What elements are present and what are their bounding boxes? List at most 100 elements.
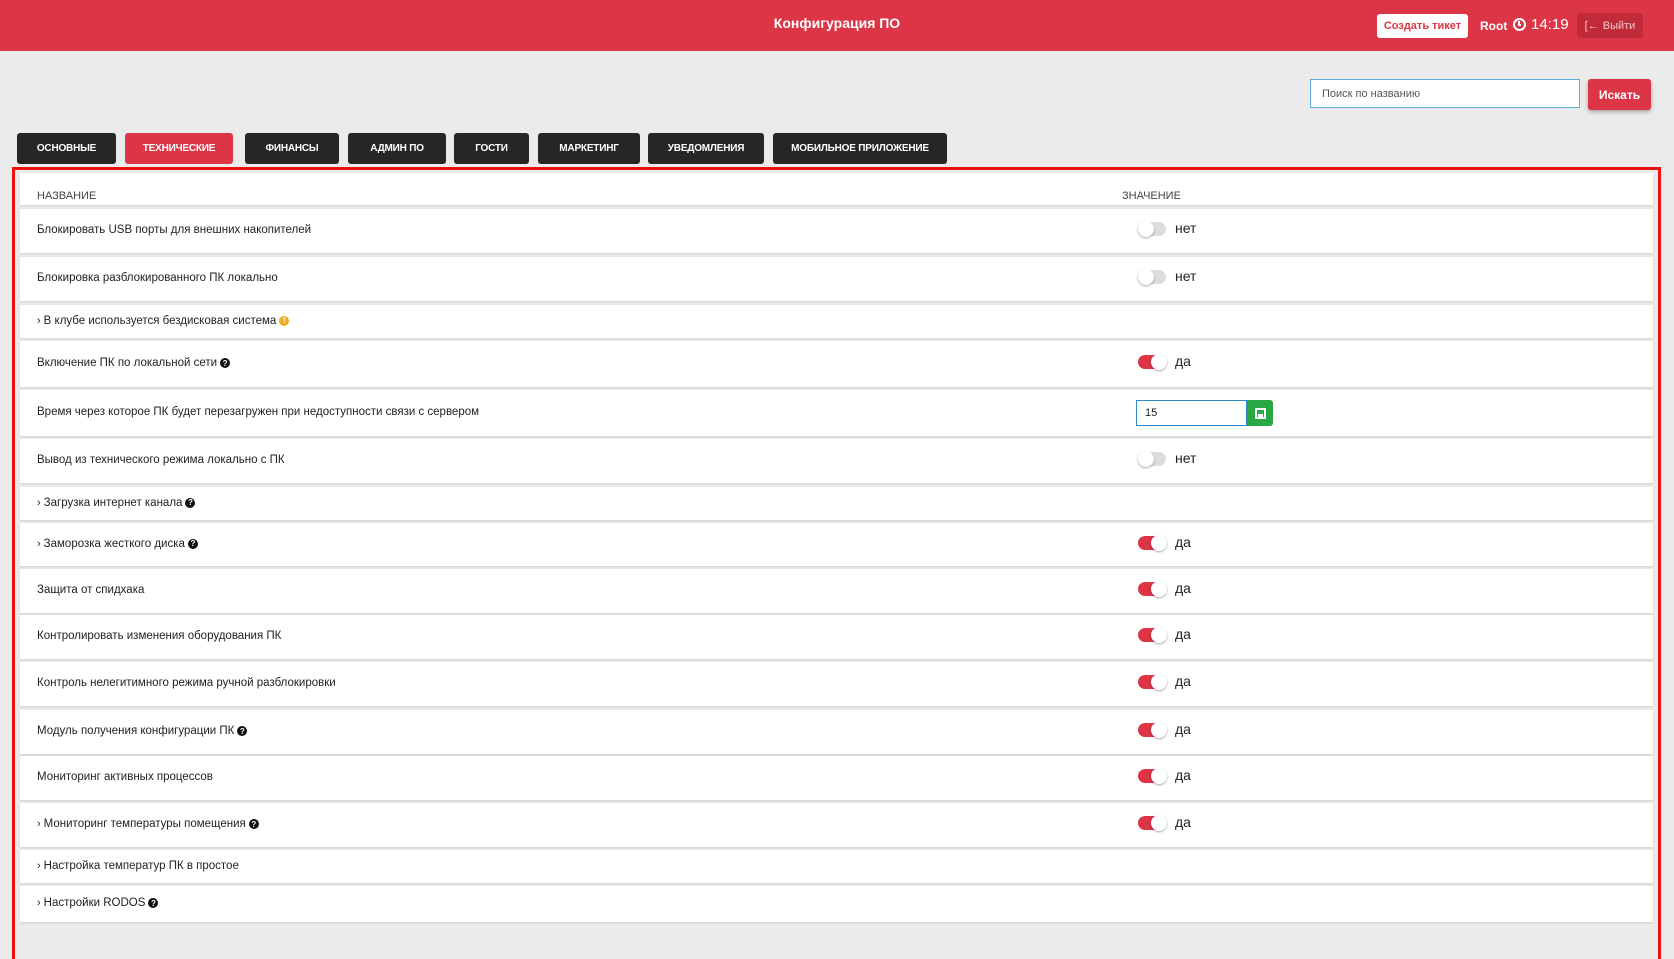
save-icon <box>1254 407 1266 419</box>
tab-5[interactable]: МАРКЕТИНГ <box>538 133 640 164</box>
setting-label: Включение ПК по локальной сети <box>37 357 218 369</box>
setting-label: Модуль получения конфигурации ПК <box>37 725 235 737</box>
create-ticket-button[interactable]: Создать тикет <box>1377 14 1468 38</box>
search-button[interactable]: Искать <box>1588 79 1651 110</box>
toggle-value: да <box>1175 767 1191 783</box>
table-row: Блокировка разблокированного ПК локально… <box>20 257 1653 301</box>
logout-icon: [← <box>1584 19 1599 32</box>
column-header-value: ЗНАЧЕНИЕ <box>1122 190 1181 202</box>
help-icon[interactable]: ? <box>187 538 198 549</box>
setting-name: Включение ПК по локальной сети? <box>37 357 231 369</box>
setting-name: Время через которое ПК будет перезагруже… <box>37 406 479 418</box>
toggle-switch[interactable] <box>1138 722 1167 738</box>
toggle-knob <box>1151 354 1167 370</box>
reboot-timeout-input[interactable] <box>1136 400 1247 426</box>
toggle-value: да <box>1175 814 1191 830</box>
toggle-value: да <box>1175 626 1191 642</box>
tab-1[interactable]: ТЕХНИЧЕСКИЕ <box>125 133 233 164</box>
table-row: Модуль получения конфигурации ПК? да <box>20 710 1653 754</box>
table-row: Включение ПК по локальной сети? да <box>20 341 1653 387</box>
setting-name: Контроль нелегитимного режима ручной раз… <box>37 677 336 689</box>
logout-button[interactable]: [← Выйти <box>1577 13 1643 38</box>
setting-label: Вывод из технического режима локально с … <box>37 454 285 466</box>
help-icon[interactable]: ? <box>185 497 196 508</box>
setting-name: Контролировать изменения оборудования ПК <box>37 630 281 642</box>
toggle-switch[interactable] <box>1138 221 1166 237</box>
table-row[interactable]: › Загрузка интернет канала? <box>20 487 1653 520</box>
help-icon[interactable]: ? <box>220 358 231 368</box>
table-row: Защита от спидхака да <box>20 569 1653 613</box>
setting-name: › Заморозка жесткого диска? <box>37 538 198 550</box>
settings-table: НАЗВАНИЕ ЗНАЧЕНИЕ Блокировать USB порты … <box>12 167 1661 959</box>
toggle-value: да <box>1175 353 1191 369</box>
expand-arrow-icon[interactable]: › <box>37 497 41 509</box>
setting-name: Вывод из технического режима локально с … <box>37 454 285 466</box>
table-row: Мониторинг активных процессов да <box>20 756 1653 800</box>
toggle-value: нет <box>1175 450 1197 466</box>
setting-name: Блокировать USB порты для внешних накопи… <box>37 224 311 236</box>
table-row: Вывод из технического режима локально с … <box>20 439 1653 483</box>
table-row: Время через которое ПК будет перезагруже… <box>20 390 1653 436</box>
toggle-knob <box>1151 581 1167 597</box>
setting-name: › Настройка температур ПК в простое <box>37 860 239 872</box>
top-bar: Конфигурация ПО Создать тикет Root 14:19… <box>0 0 1674 51</box>
setting-name: › В клубе используется бездисковая систем… <box>37 314 290 327</box>
expand-arrow-icon[interactable]: › <box>37 538 41 550</box>
toggle-switch[interactable] <box>1138 581 1167 597</box>
expand-arrow-icon[interactable]: › <box>37 315 41 327</box>
toggle-value: да <box>1175 533 1191 550</box>
logout-label: Выйти <box>1602 19 1636 32</box>
setting-name: Модуль получения конфигурации ПК? <box>37 725 248 737</box>
toggle-value: да <box>1175 580 1191 596</box>
toggle-switch[interactable] <box>1138 627 1167 643</box>
tab-7[interactable]: МОБИЛЬНОЕ ПРИЛОЖЕНИЕ <box>773 133 947 164</box>
toggle-switch[interactable] <box>1138 768 1167 784</box>
table-row[interactable]: › Настройки RODOS? <box>20 886 1653 922</box>
username: Root <box>1480 19 1508 33</box>
expand-arrow-icon[interactable]: › <box>37 818 41 830</box>
search-input[interactable] <box>1310 79 1580 108</box>
tab-6[interactable]: УВЕДОМЛЕНИЯ <box>648 133 764 164</box>
expand-arrow-icon[interactable]: › <box>37 860 41 872</box>
save-button[interactable] <box>1247 400 1273 426</box>
toggle-knob <box>1138 269 1154 285</box>
help-icon[interactable]: ? <box>248 819 259 829</box>
toggle-knob <box>1138 221 1154 237</box>
toggle-switch[interactable] <box>1138 269 1166 285</box>
toggle-value: да <box>1175 673 1191 689</box>
table-row: Контроль нелегитимного режима ручной раз… <box>20 662 1653 706</box>
tab-2[interactable]: ФИНАНСЫ <box>245 133 339 164</box>
setting-label: Защита от спидхака <box>37 584 145 596</box>
setting-name: Мониторинг активных процессов <box>37 771 213 783</box>
table-row[interactable]: › Мониторинг температуры помещения? да <box>20 803 1653 847</box>
tab-4[interactable]: ГОСТИ <box>454 133 529 164</box>
table-row[interactable]: › Настройка температур ПК в простое <box>20 850 1653 883</box>
setting-label: Контролировать изменения оборудования ПК <box>37 630 282 642</box>
expand-arrow-icon[interactable]: › <box>37 897 41 909</box>
toggle-value: нет <box>1175 268 1197 284</box>
table-row: Контролировать изменения оборудования ПК… <box>20 615 1653 659</box>
tab-0[interactable]: ОСНОВНЫЕ <box>17 133 116 164</box>
setting-label: В клубе используется бездисковая система <box>43 314 277 327</box>
setting-name: Блокировка разблокированного ПК локально <box>37 272 278 284</box>
tab-3[interactable]: АДМИН ПО <box>348 133 446 164</box>
setting-label: Настройка температур ПК в простое <box>43 859 239 872</box>
toggle-switch[interactable] <box>1138 354 1167 370</box>
table-row[interactable]: › В клубе используется бездисковая систем… <box>20 305 1653 338</box>
setting-name: › Мониторинг температуры помещения? <box>37 818 259 830</box>
setting-name: › Загрузка интернет канала? <box>37 496 196 509</box>
toggle-switch[interactable] <box>1138 815 1167 831</box>
table-row[interactable]: › Заморозка жесткого диска? да <box>20 523 1653 566</box>
setting-label: Мониторинг активных процессов <box>37 771 213 783</box>
setting-label: Загрузка интернет канала <box>43 496 183 509</box>
toggle-switch[interactable] <box>1138 451 1166 467</box>
toggle-switch[interactable] <box>1138 534 1167 551</box>
setting-label: Блокировать USB порты для внешних накопи… <box>37 224 312 236</box>
setting-name: Защита от спидхака <box>37 584 144 596</box>
help-icon[interactable]: ? <box>237 726 248 736</box>
warning-icon[interactable]: ! <box>279 315 290 326</box>
column-header-name: НАЗВАНИЕ <box>37 190 97 202</box>
toggle-switch[interactable] <box>1138 674 1167 690</box>
toggle-knob <box>1151 768 1167 784</box>
help-icon[interactable]: ? <box>148 898 159 908</box>
